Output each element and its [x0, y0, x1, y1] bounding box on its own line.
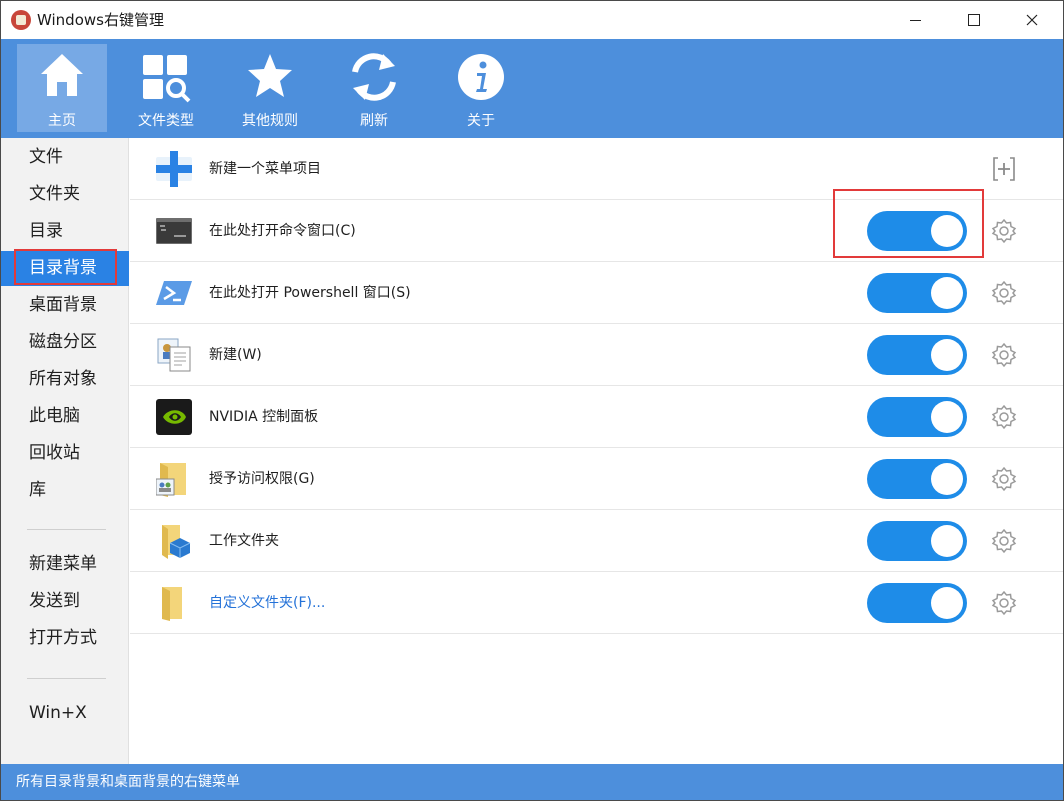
gear-icon[interactable]: [991, 280, 1017, 306]
title-bar: Windows右键管理: [1, 1, 1063, 39]
powershell-icon: [156, 281, 192, 305]
toolbar-about-label: 关于: [467, 113, 495, 129]
toolbar-rules-label: 其他规则: [242, 113, 298, 129]
add-icon[interactable]: [991, 156, 1017, 182]
toolbar-about-button[interactable]: 关于: [436, 44, 526, 132]
gear-icon[interactable]: [991, 404, 1017, 430]
app-logo-icon: [11, 10, 31, 30]
toolbar: 主页 文件类型 其他规则 刷新 关于: [1, 39, 1063, 138]
maximize-button[interactable]: [951, 1, 997, 39]
gear-icon[interactable]: [991, 466, 1017, 492]
home-icon: [41, 54, 83, 96]
gear-icon[interactable]: [991, 342, 1017, 368]
sidebar-item-win-x[interactable]: Win+X: [1, 696, 129, 731]
star-icon: [248, 54, 292, 97]
new-icon: [157, 338, 191, 372]
toggle-switch[interactable]: [867, 397, 967, 437]
toolbar-home-label: 主页: [48, 113, 76, 129]
sidebar-item-folder[interactable]: 文件夹: [1, 177, 129, 212]
list-item-label: 授予访问权限(G): [209, 471, 315, 487]
list-item-label: 在此处打开 Powershell 窗口(S): [209, 285, 411, 301]
toggle-switch[interactable]: [867, 273, 967, 313]
toggle-switch[interactable]: [867, 583, 967, 623]
file-type-search-icon: [143, 55, 191, 103]
add-item-icon: [156, 151, 192, 187]
gear-icon[interactable]: [991, 590, 1017, 616]
close-button[interactable]: [1009, 1, 1055, 39]
list-item-grant-access[interactable]: 授予访问权限(G): [130, 448, 1063, 510]
window-title: Windows右键管理: [37, 11, 164, 29]
sidebar: 文件 文件夹 目录 目录背景 桌面背景 磁盘分区 所有对象 此电脑 回收站 库 …: [1, 138, 129, 764]
sidebar-item-open-with[interactable]: 打开方式: [1, 621, 129, 656]
refresh-icon: [352, 53, 396, 101]
list-item-label: 在此处打开命令窗口(C): [209, 223, 356, 239]
list-item-label: 新建一个菜单项目: [209, 161, 321, 177]
share-folder-icon: [156, 463, 186, 497]
toolbar-home-button[interactable]: 主页: [17, 44, 107, 132]
list-item-nvidia[interactable]: NVIDIA 控制面板: [130, 386, 1063, 448]
list-item-label: NVIDIA 控制面板: [209, 409, 319, 425]
sidebar-item-send-to[interactable]: 发送到: [1, 584, 129, 619]
list-item-label: 新建(W): [209, 347, 262, 363]
toolbar-refresh-label: 刷新: [360, 113, 388, 129]
toggle-switch[interactable]: [867, 521, 967, 561]
toolbar-filetype-button[interactable]: 文件类型: [121, 44, 211, 132]
toggle-switch[interactable]: [867, 335, 967, 375]
list-item-new[interactable]: 新建(W): [130, 324, 1063, 386]
info-icon: [458, 54, 504, 100]
status-bar: 所有目录背景和桌面背景的右键菜单: [1, 764, 1063, 800]
list-item-label: 工作文件夹: [209, 533, 279, 549]
list-item-custom-folder[interactable]: 自定义文件夹(F)...: [130, 572, 1063, 634]
work-folder-icon: [162, 525, 191, 559]
sidebar-item-new-menu[interactable]: 新建菜单: [1, 547, 129, 582]
gear-icon[interactable]: [991, 528, 1017, 554]
toggle-switch[interactable]: [867, 459, 967, 499]
sidebar-item-library[interactable]: 库: [1, 473, 129, 508]
minimize-button[interactable]: [893, 1, 939, 39]
toolbar-rules-button[interactable]: 其他规则: [225, 44, 315, 132]
folder-icon: [162, 587, 182, 621]
nvidia-icon: [156, 399, 192, 435]
sidebar-item-recycle-bin[interactable]: 回收站: [1, 436, 129, 471]
sidebar-item-directory[interactable]: 目录: [1, 214, 129, 249]
sidebar-item-drive[interactable]: 磁盘分区: [1, 325, 129, 360]
app-window: Windows右键管理 主页 文件类型 其他规则 刷新 关于 文件 文件夹 目录…: [0, 0, 1064, 801]
sidebar-item-desktop-background[interactable]: 桌面背景: [1, 288, 129, 323]
list-item-powershell[interactable]: 在此处打开 Powershell 窗口(S): [130, 262, 1063, 324]
selection-highlight-box: [14, 249, 117, 285]
sidebar-divider: [27, 529, 106, 530]
status-text: 所有目录背景和桌面背景的右键菜单: [16, 774, 240, 790]
sidebar-item-file[interactable]: 文件: [1, 140, 129, 175]
toolbar-filetype-label: 文件类型: [138, 113, 194, 129]
gear-icon[interactable]: [991, 218, 1017, 244]
cmd-icon: [156, 218, 192, 244]
toolbar-refresh-button[interactable]: 刷新: [329, 44, 419, 132]
list-item-work-folders[interactable]: 工作文件夹: [130, 510, 1063, 572]
list-item-label: 自定义文件夹(F)...: [209, 595, 326, 611]
annotation-highlight-box: [833, 189, 984, 258]
close-icon: [1026, 14, 1038, 26]
sidebar-item-this-pc[interactable]: 此电脑: [1, 399, 129, 434]
sidebar-divider: [27, 678, 106, 679]
sidebar-item-all-objects[interactable]: 所有对象: [1, 362, 129, 397]
